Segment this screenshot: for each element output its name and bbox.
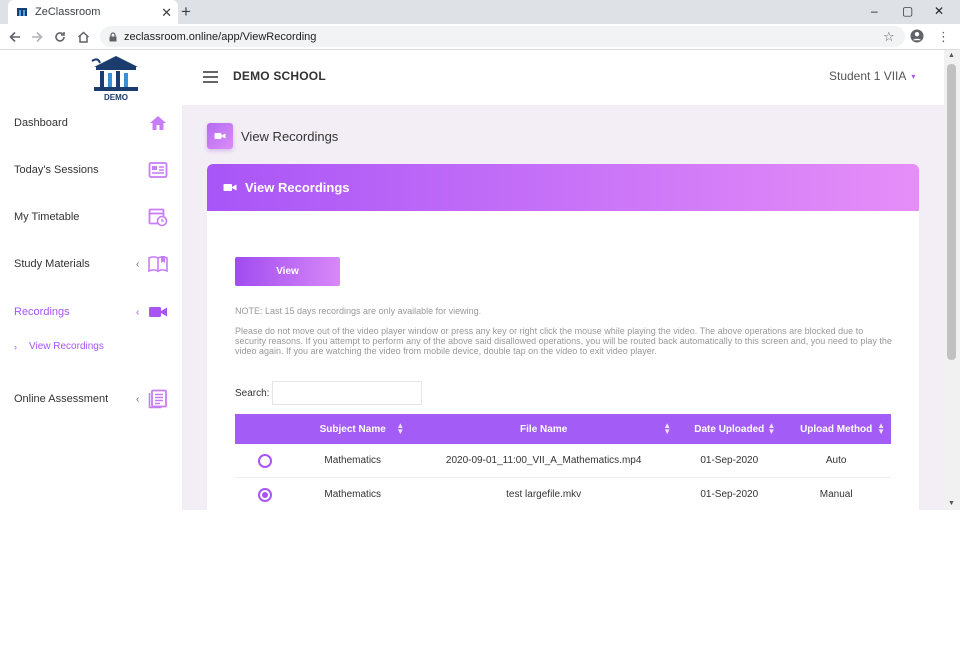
search-input[interactable]: [272, 381, 422, 405]
zeclassroom-favicon-icon: [17, 8, 27, 16]
sort-icon: ▲ ▼: [877, 421, 885, 436]
main-content: View Recordings View Recordings View NOT…: [182, 105, 944, 510]
bookmark-star-icon[interactable]: ☆: [883, 29, 895, 45]
table-row[interactable]: Mathematics test largefile.mkv 01-Sep-20…: [235, 478, 891, 510]
tab-title: ZeClassroom: [35, 6, 101, 18]
profile-icon[interactable]: [910, 29, 924, 47]
card-title: View Recordings: [245, 180, 350, 195]
school-logo[interactable]: DEMO: [90, 53, 142, 103]
sidebar-item-recordings[interactable]: Recordings ‹: [0, 297, 182, 327]
sidebar-item-dashboard[interactable]: Dashboard: [0, 108, 182, 138]
home-browser-icon[interactable]: [74, 28, 92, 46]
sidebar-item-study-materials[interactable]: Study Materials ‹: [0, 249, 182, 279]
hamburger-menu-icon[interactable]: [203, 71, 218, 83]
reload-icon[interactable]: [51, 28, 69, 46]
recordings-card: View Recordings View NOTE: Last 15 days …: [207, 164, 919, 510]
page-title: View Recordings: [241, 128, 339, 144]
address-bar[interactable]: zeclassroom.online/app/ViewRecording: [100, 26, 905, 47]
school-building-icon: [91, 56, 138, 91]
sidebar-item-todays-sessions[interactable]: Today's Sessions: [0, 155, 182, 185]
select-column-header: [235, 414, 295, 444]
column-header-label: Date Uploaded: [694, 423, 765, 435]
forward-icon[interactable]: [28, 28, 46, 46]
school-name: DEMO SCHOOL: [233, 69, 326, 83]
video-icon: [223, 184, 237, 191]
app-header: DEMO DEMO SCHOOL Student 1 VIIA ▾: [0, 50, 944, 105]
url-text: zeclassroom.online/app/ViewRecording: [124, 30, 317, 43]
sidebar-subitem-view-recordings[interactable]: › View Recordings: [14, 341, 104, 352]
lock-icon: [109, 31, 117, 41]
video-badge-icon: [207, 123, 233, 149]
upload-method-cell: Manual: [819, 489, 853, 500]
row-select-radio[interactable]: [258, 487, 273, 502]
sort-icon: ▲ ▼: [396, 421, 405, 436]
minimize-button[interactable]: –: [871, 4, 878, 18]
sidebar-item-online-assessment[interactable]: Online Assessment ‹: [0, 384, 182, 414]
date-cell: 01-Sep-2020: [700, 489, 759, 500]
page-scrollbar[interactable]: ▲ ▼: [944, 50, 960, 510]
browser-menu-icon[interactable]: ⋮: [937, 29, 950, 45]
card-header: View Recordings: [207, 164, 919, 211]
user-name: Student 1 VIIA: [829, 69, 907, 83]
date-cell: 01-Sep-2020: [700, 455, 759, 466]
sidebar-item-my-timetable[interactable]: My Timetable: [0, 202, 182, 232]
column-header-label: File Name: [520, 423, 568, 435]
chevron-left-icon: ‹: [136, 306, 140, 318]
sidebar-subitem-label: View Recordings: [29, 341, 104, 352]
chevron-down-icon: ▾: [911, 71, 916, 81]
video-icon: [149, 307, 167, 317]
sort-icon: ▲ ▼: [663, 421, 672, 436]
sidebar-item-label: Study Materials: [14, 258, 90, 270]
sidebar-item-label: Recordings: [14, 306, 70, 318]
sidebar-item-label: Dashboard: [14, 117, 68, 129]
browser-tab[interactable]: ZeClassroom ✕: [8, 0, 178, 24]
scrollbar-thumb[interactable]: [947, 64, 956, 360]
book-icon: [148, 256, 168, 273]
table-row[interactable]: Mathematics 2020-09-01_11:00_VII_A_Mathe…: [235, 444, 891, 478]
close-window-button[interactable]: ✕: [934, 4, 944, 18]
scroll-up-icon[interactable]: ▲: [948, 52, 955, 59]
sidebar-item-label: Today's Sessions: [14, 164, 99, 176]
column-header-label: Subject Name: [319, 423, 386, 435]
tab-close-icon[interactable]: ✕: [161, 6, 172, 19]
back-icon[interactable]: [6, 28, 24, 46]
user-menu[interactable]: Student 1 VIIA ▾: [829, 69, 915, 83]
page-header: View Recordings: [207, 123, 338, 149]
row-select-radio[interactable]: [258, 453, 273, 468]
column-header-label: Upload Method: [800, 423, 873, 435]
file-name-cell: 2020-09-01_11:00_VII_A_Mathematics.mp4: [445, 455, 642, 466]
sidebar-item-label: Online Assessment: [14, 393, 109, 405]
column-header-file-name[interactable]: File Name ▲ ▼: [410, 414, 677, 444]
file-name-cell: test largefile.mkv: [506, 489, 582, 500]
table-header-row: Subject Name ▲ ▼ File Name ▲ ▼ Date Upload…: [235, 414, 891, 444]
note-text: NOTE: Last 15 days recordings are only a…: [235, 306, 482, 316]
chevron-left-icon: ‹: [136, 393, 140, 405]
blank-area: [0, 510, 960, 658]
column-header-upload-method[interactable]: Upload Method ▲ ▼: [781, 414, 891, 444]
recordings-table: Subject Name ▲ ▼ File Name ▲ ▼ Date Upload…: [235, 414, 891, 510]
logo-text: DEMO: [104, 93, 128, 102]
upload-method-cell: Auto: [825, 455, 847, 466]
scroll-down-icon[interactable]: ▼: [948, 500, 955, 507]
sidebar-item-label: My Timetable: [14, 211, 80, 223]
sessions-icon: [148, 162, 168, 178]
assessment-icon: [148, 389, 167, 409]
warning-text: Please do not move out of the video play…: [235, 326, 892, 356]
new-tab-button[interactable]: +: [181, 3, 191, 20]
chevron-left-icon: ‹: [136, 258, 140, 270]
view-button[interactable]: View: [235, 257, 340, 286]
search-label: Search:: [235, 388, 270, 399]
column-header-subject-name[interactable]: Subject Name ▲ ▼: [295, 414, 410, 444]
column-header-date-uploaded[interactable]: Date Uploaded ▲ ▼: [677, 414, 781, 444]
browser-toolbar: zeclassroom.online/app/ViewRecording ☆ ⋮: [0, 24, 960, 50]
sort-icon: ▲ ▼: [767, 421, 776, 436]
subject-cell: Mathematics: [324, 455, 382, 466]
home-icon: [150, 116, 166, 130]
chevron-right-icon: ›: [14, 341, 17, 352]
timetable-icon: [148, 208, 168, 227]
browser-tab-bar: ZeClassroom ✕ + – ▢ ✕: [0, 0, 960, 24]
maximize-button[interactable]: ▢: [902, 4, 913, 18]
subject-cell: Mathematics: [324, 489, 382, 500]
sidebar: Dashboard Today's Sessions My Timetable …: [0, 105, 182, 510]
